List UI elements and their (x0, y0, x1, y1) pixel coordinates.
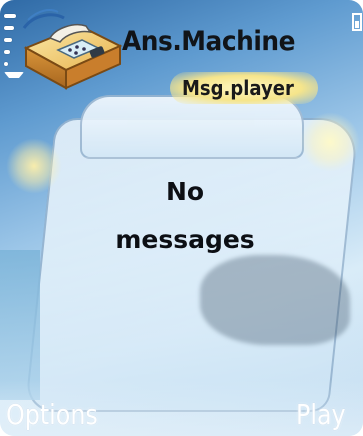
subtitle: Msg.player (182, 76, 294, 100)
empty-message-line-2: messages (115, 225, 255, 254)
empty-message-line-1: No (165, 177, 205, 206)
options-softkey[interactable]: Options (6, 398, 98, 431)
wallpaper-panel (0, 250, 40, 400)
play-softkey[interactable]: Play (296, 398, 346, 431)
signal-strength-icon (4, 8, 24, 80)
app-title: Ans.Machine (122, 26, 296, 57)
wallpaper-lamp-right (300, 112, 360, 172)
wallpaper-shadow (200, 255, 350, 345)
battery-icon (352, 12, 362, 32)
empty-message: No messages (80, 168, 290, 264)
answering-machine-icon (20, 8, 124, 92)
wallpaper-pillow (80, 95, 304, 159)
wallpaper-lamp-left (6, 138, 62, 194)
phone-screen: Ans.Machine Msg.player No messages Optio… (0, 0, 363, 436)
